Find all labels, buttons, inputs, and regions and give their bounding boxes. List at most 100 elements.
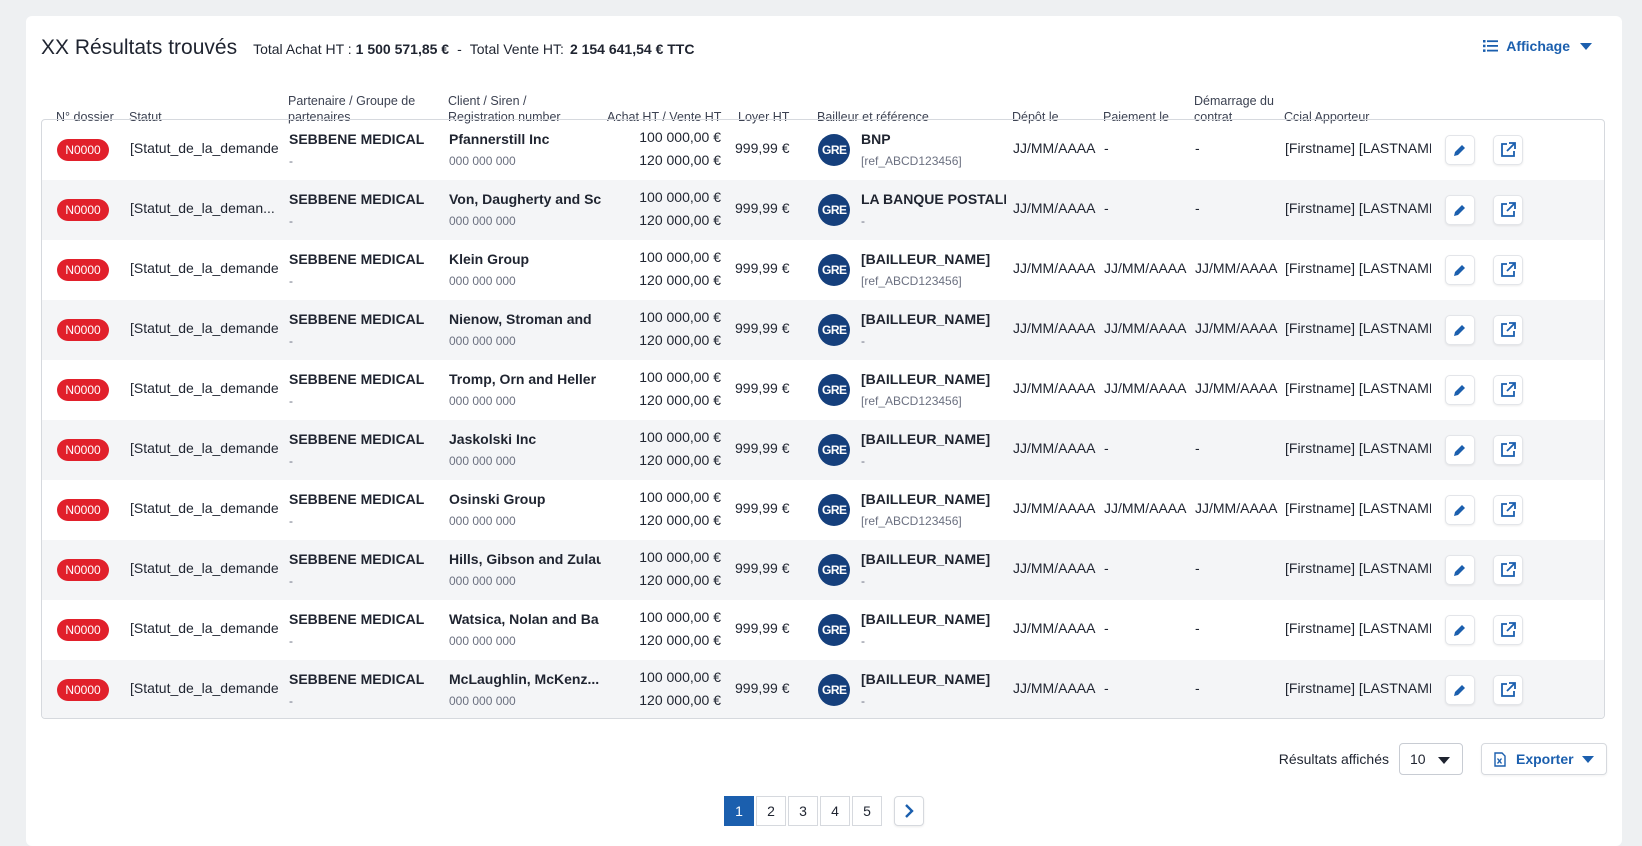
open-button[interactable] <box>1493 495 1523 525</box>
table-row[interactable]: N0000 [Statut_de_la_demande SEBBENE MEDICA… <box>42 600 1604 660</box>
edit-button[interactable] <box>1445 135 1475 165</box>
dossier-badge[interactable]: N0000 <box>57 439 109 461</box>
affichage-label: Affichage <box>1506 38 1570 54</box>
edit-button[interactable] <box>1445 615 1475 645</box>
total-vente-label: Total Vente HT: <box>469 41 564 57</box>
client-siren: 000 000 000 <box>449 574 516 588</box>
dossier-badge[interactable]: N0000 <box>57 379 109 401</box>
bailleur-name: BNP <box>861 131 891 147</box>
ccial-cell: [Firstname] [LASTNAME <box>1285 500 1431 516</box>
table-row[interactable]: N0000 [Statut_de_la_demande SEBBENE MEDICA… <box>42 480 1604 540</box>
demarrage-cell: - <box>1195 620 1200 636</box>
edit-button[interactable] <box>1445 255 1475 285</box>
achat-ht: 100 000,00 € <box>639 489 721 505</box>
table-row[interactable]: N0000 [Statut_de_la_demande SEBBENE MEDICA… <box>42 240 1604 300</box>
demarrage-cell: - <box>1195 560 1200 576</box>
open-button[interactable] <box>1493 675 1523 705</box>
demarrage-cell: JJ/MM/AAAA <box>1195 380 1278 396</box>
dossier-badge[interactable]: N0000 <box>57 199 109 221</box>
edit-button[interactable] <box>1445 195 1475 225</box>
vente-ht: 120 000,00 € <box>639 452 721 468</box>
affichage-button[interactable]: Affichage <box>1483 38 1592 54</box>
depot-cell: JJ/MM/AAAA <box>1013 440 1096 456</box>
page-size-select[interactable]: 10 <box>1399 743 1463 775</box>
external-link-icon <box>1500 322 1516 338</box>
demarrage-cell: - <box>1195 680 1200 696</box>
statut-cell: [Statut_de_la_demande <box>130 500 278 516</box>
open-button[interactable] <box>1493 255 1523 285</box>
partenaire-cell: SEBBENE MEDICAL <box>289 611 425 627</box>
pencil-icon <box>1453 323 1467 337</box>
open-button[interactable] <box>1493 375 1523 405</box>
bailleur-logo: GRE <box>818 134 850 166</box>
page-button[interactable]: 2 <box>756 796 786 826</box>
achat-ht: 100 000,00 € <box>639 189 721 205</box>
export-button[interactable]: Exporter <box>1481 743 1607 775</box>
page-button[interactable]: 3 <box>788 796 818 826</box>
totals-separator: - <box>457 41 462 57</box>
edit-button[interactable] <box>1445 675 1475 705</box>
table-row[interactable]: N0000 [Statut_de_la_demande SEBBENE MEDICA… <box>42 660 1604 718</box>
loyer-cell: 999,99 € <box>735 200 790 216</box>
open-button[interactable] <box>1493 315 1523 345</box>
open-button[interactable] <box>1493 435 1523 465</box>
bailleur-ref: - <box>861 574 865 588</box>
table-row[interactable]: N0000 [Statut_de_la_demande SEBBENE MEDICA… <box>42 420 1604 480</box>
paiement-cell: JJ/MM/AAAA <box>1104 320 1187 336</box>
client-name: Watsica, Nolan and Ba <box>449 611 599 627</box>
table-row[interactable]: N0000 [Statut_de_la_demande SEBBENE MEDICA… <box>42 360 1604 420</box>
edit-button[interactable] <box>1445 495 1475 525</box>
client-siren: 000 000 000 <box>449 514 516 528</box>
table-row[interactable]: N0000 [Statut_de_la_deman... SEBBENE MEDIC… <box>42 180 1604 240</box>
demarrage-cell: JJ/MM/AAAA <box>1195 260 1278 276</box>
loyer-cell: 999,99 € <box>735 620 790 636</box>
paiement-cell: JJ/MM/AAAA <box>1104 260 1187 276</box>
open-button[interactable] <box>1493 135 1523 165</box>
chevron-down-icon <box>1438 757 1450 764</box>
open-button[interactable] <box>1493 555 1523 585</box>
depot-cell: JJ/MM/AAAA <box>1013 500 1096 516</box>
vente-ht: 120 000,00 € <box>639 632 721 648</box>
edit-button[interactable] <box>1445 315 1475 345</box>
bailleur-ref: - <box>861 214 865 228</box>
open-button[interactable] <box>1493 195 1523 225</box>
dossier-badge[interactable]: N0000 <box>57 619 109 641</box>
partenaire-cell: SEBBENE MEDICAL <box>289 371 425 387</box>
chevron-down-icon <box>1580 42 1592 50</box>
page-button[interactable]: 4 <box>820 796 850 826</box>
partenaire-sub: - <box>289 154 293 168</box>
table-row[interactable]: N0000 [Statut_de_la_demande SEBBENE MEDICA… <box>42 300 1604 360</box>
next-page-button[interactable] <box>894 796 924 826</box>
edit-button[interactable] <box>1445 435 1475 465</box>
dossier-badge[interactable]: N0000 <box>57 319 109 341</box>
chevron-right-icon <box>905 804 914 818</box>
bailleur-logo: GRE <box>818 614 850 646</box>
dossier-badge[interactable]: N0000 <box>57 499 109 521</box>
pencil-icon <box>1453 263 1467 277</box>
statut-cell: [Statut_de_la_deman... <box>130 200 275 216</box>
depot-cell: JJ/MM/AAAA <box>1013 680 1096 696</box>
edit-button[interactable] <box>1445 555 1475 585</box>
client-name: Von, Daugherty and Sc <box>449 191 601 207</box>
ccial-cell: [Firstname] [LASTNAME <box>1285 380 1431 396</box>
open-button[interactable] <box>1493 615 1523 645</box>
dossier-badge[interactable]: N0000 <box>57 139 109 161</box>
edit-button[interactable] <box>1445 375 1475 405</box>
page-button[interactable]: 1 <box>724 796 754 826</box>
table-row[interactable]: N0000 [Statut_de_la_demande SEBBENE MEDICA… <box>42 120 1604 180</box>
vente-ht: 120 000,00 € <box>639 692 721 708</box>
partenaire-sub: - <box>289 214 293 228</box>
dossier-badge[interactable]: N0000 <box>57 679 109 701</box>
partenaire-cell: SEBBENE MEDICAL <box>289 311 425 327</box>
client-name: Nienow, Stroman and <box>449 311 592 327</box>
partenaire-sub: - <box>289 274 293 288</box>
partenaire-cell: SEBBENE MEDICAL <box>289 491 425 507</box>
client-name: Pfannerstill Inc <box>449 131 550 147</box>
table-row[interactable]: N0000 [Statut_de_la_demande SEBBENE MEDICA… <box>42 540 1604 600</box>
ccial-cell: [Firstname] [LASTNAME <box>1285 320 1431 336</box>
external-link-icon <box>1500 562 1516 578</box>
page-button[interactable]: 5 <box>852 796 882 826</box>
dossier-badge[interactable]: N0000 <box>57 559 109 581</box>
dossier-badge[interactable]: N0000 <box>57 259 109 281</box>
bailleur-ref: [ref_ABCD123456] <box>861 514 962 528</box>
